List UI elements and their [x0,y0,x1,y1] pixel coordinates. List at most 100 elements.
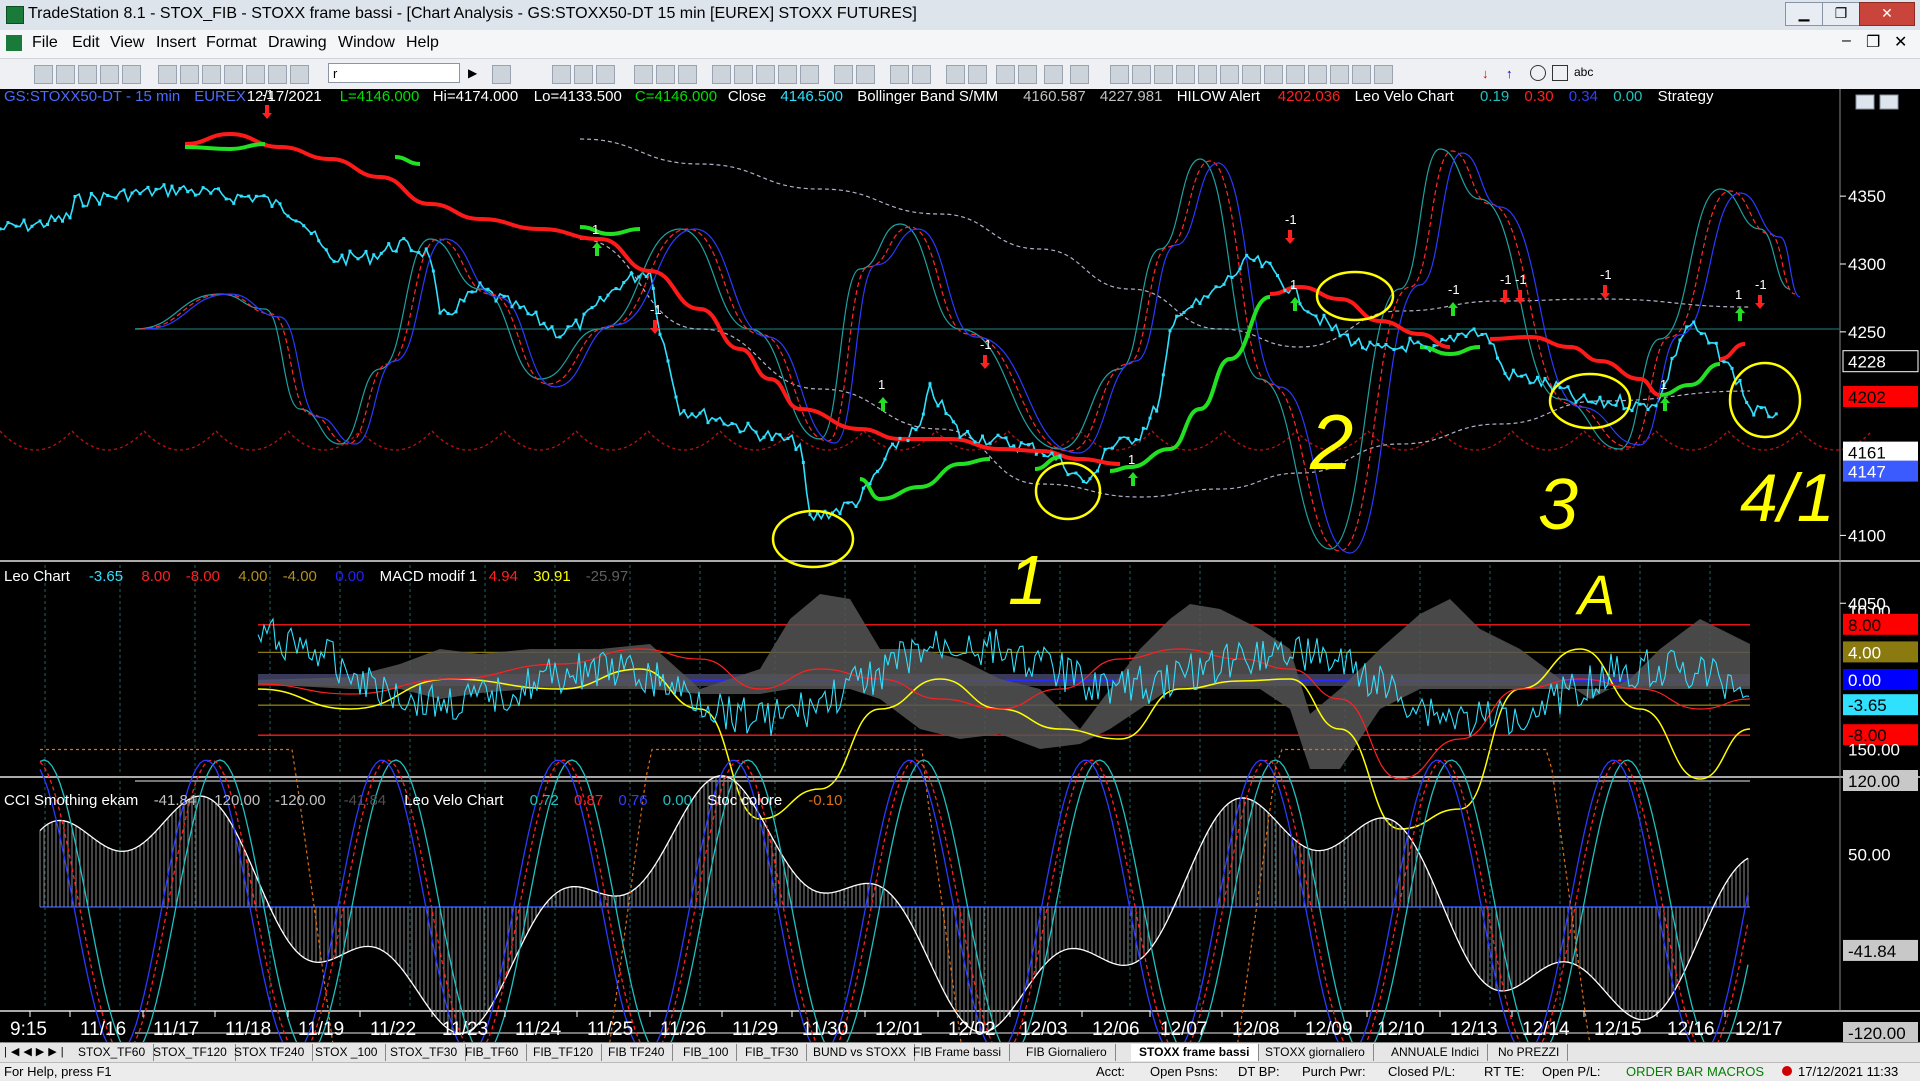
pencil-icon[interactable] [1352,65,1371,84]
sheet-tab[interactable]: STOX_TF120 [145,1044,236,1061]
sheet-tab[interactable]: STOX_TF30 [382,1044,467,1061]
status-macros[interactable]: MACROS [1707,1064,1764,1079]
sheet-tab[interactable]: FIB_TF60 [457,1044,528,1061]
line-chart-icon[interactable] [634,65,653,84]
gann-fan-icon[interactable] [1198,65,1217,84]
save-icon[interactable] [100,65,119,84]
sheet-tab[interactable]: STOX TF240 [226,1044,314,1061]
macd-legend-item: MACD modif 1 [380,568,478,585]
point-figure-icon[interactable] [778,65,797,84]
rectangle-icon[interactable] [1552,65,1568,81]
pointer-icon[interactable] [996,65,1015,84]
lock-icon[interactable] [246,65,265,84]
zoom-icon[interactable] [946,65,965,84]
chart-window-icon[interactable] [552,65,571,84]
macd-legend-item: 8.00 [141,568,170,585]
scroll-left-icon[interactable] [890,65,909,84]
sheet-tab[interactable]: STOX_TF60 [70,1044,155,1061]
menu-view[interactable]: View [110,34,144,52]
cycle-icon[interactable] [1308,65,1327,84]
print-icon[interactable] [158,65,177,84]
time-axis-label: 12/03 [1020,1019,1068,1040]
apps-icon[interactable] [290,65,309,84]
sheet-tab[interactable]: STOX _100 [307,1044,387,1061]
menu-insert[interactable]: Insert [156,34,196,52]
symbol-combo[interactable]: r [328,63,460,83]
menu-file[interactable]: File [32,34,58,52]
open-workspace-icon[interactable] [78,65,97,84]
zoom-in-icon[interactable] [834,65,853,84]
arrow-tool-icon[interactable] [1374,65,1393,84]
zoom-out-2-icon[interactable] [968,65,987,84]
bar-style-icon[interactable] [734,65,753,84]
copy-icon[interactable] [202,65,221,84]
bar-chart-icon[interactable] [656,65,675,84]
tab-scroll-arrows[interactable]: |◀◀▶▶| [0,1044,72,1061]
text-tool-icon[interactable]: abc [1574,65,1593,79]
sheet-tab[interactable]: FIB_100 [675,1044,738,1061]
search-icon[interactable] [492,65,511,84]
horizontal-line-icon[interactable] [1242,65,1261,84]
inner-minimize-button[interactable]: ‒ [1842,32,1851,50]
menu-edit[interactable]: Edit [72,34,100,52]
chart-area[interactable]: -1 -1 1 -1 1 -1 1 -1 -1 1 -1 1 -1 1 -1 1 2 3 4/1 A GS:STOX… [0,87,1920,1075]
maximize-button[interactable]: ❐ [1822,2,1860,26]
sheet-tab[interactable]: No PREZZI [1490,1044,1569,1061]
line-style-icon[interactable] [756,65,775,84]
sheet-tab[interactable]: FIB Frame bassi [905,1044,1011,1061]
status-order-bar[interactable]: ORDER BAR [1626,1064,1703,1079]
play-icon[interactable]: ▶ [468,66,477,80]
open-icon[interactable] [56,65,75,84]
ellipse-icon[interactable] [1530,65,1546,81]
radarscreen-icon[interactable] [574,65,593,84]
sheet-tab[interactable]: FIB_TF120 [525,1044,603,1061]
arrow-up-icon[interactable]: ↑ [1506,66,1513,81]
format-icon[interactable] [800,65,819,84]
sheet-tab[interactable]: ANNUALE Indici [1383,1044,1489,1061]
channel-icon[interactable] [1132,65,1151,84]
pane-restore-button[interactable] [1879,94,1899,110]
cci-legend-item: CCI Smothing ekam [4,792,138,809]
arc-icon[interactable] [1286,65,1305,84]
inner-close-button[interactable]: ✕ [1894,32,1907,52]
trendline-icon[interactable] [1110,65,1129,84]
drawing-icon[interactable] [1044,65,1063,84]
macd-legend-item: 4.00 [238,568,267,585]
fib-icon[interactable] [1154,65,1173,84]
sheet-tab[interactable]: STOXX giornaliero [1257,1044,1374,1061]
status-closed-pl: Closed P/L: [1388,1064,1456,1079]
andrews-icon[interactable] [1330,65,1349,84]
paste-icon[interactable] [224,65,243,84]
sheet-tab[interactable]: FIB Giornaliero [1018,1044,1116,1061]
sheet-tab[interactable]: FIB_TF30 [737,1044,808,1061]
gear-icon[interactable] [268,65,287,84]
sheet-tab[interactable]: STOXX frame bassi [1131,1044,1259,1061]
minimize-button[interactable]: ▁ [1785,2,1823,26]
matrix-icon[interactable] [596,65,615,84]
menu-drawing[interactable]: Drawing [268,34,327,52]
menu-format[interactable]: Format [206,34,257,52]
pointer-2-icon[interactable] [1018,65,1037,84]
cut-icon[interactable] [180,65,199,84]
sheet-tab[interactable]: FIB TF240 [600,1044,674,1061]
vertical-line-icon[interactable] [1264,65,1283,84]
eraser-icon[interactable] [1070,65,1089,84]
sheet-tab[interactable]: BUND vs STOXX [805,1044,916,1061]
scroll-right-icon[interactable] [912,65,931,84]
pane-minimize-button[interactable] [1855,94,1875,110]
menu-help[interactable]: Help [406,34,439,52]
new-icon[interactable] [34,65,53,84]
svg-text:4228: 4228 [1848,353,1886,372]
candle-icon[interactable] [712,65,731,84]
speed-line-icon[interactable] [1176,65,1195,84]
arrow-down-icon[interactable]: ↓ [1482,66,1489,81]
menu-window[interactable]: Window [338,34,395,52]
zoom-out-icon[interactable] [856,65,875,84]
close-button[interactable]: ✕ [1859,2,1915,26]
inner-restore-button[interactable]: ❐ [1866,32,1880,52]
save-all-icon[interactable] [122,65,141,84]
regression-icon[interactable] [1220,65,1239,84]
annotation-text: 3 [1538,465,1578,545]
macd-legend-item: 0.00 [335,568,364,585]
link-icon[interactable] [678,65,697,84]
